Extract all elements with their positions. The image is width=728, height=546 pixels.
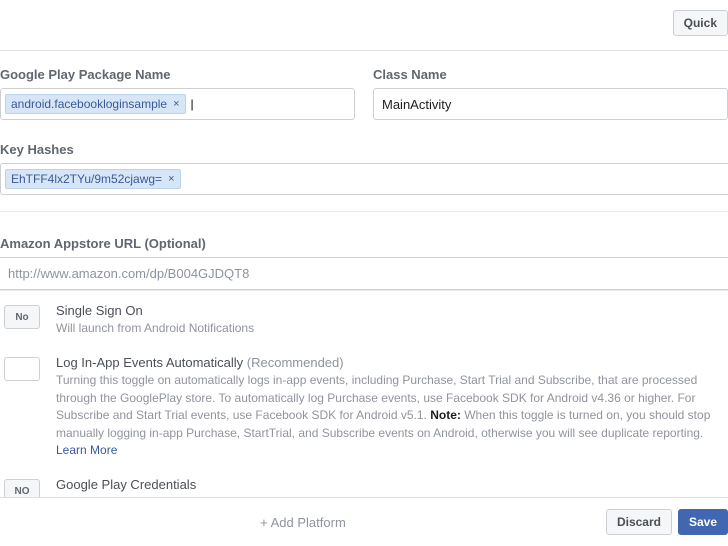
- gplay-credentials-toggle[interactable]: NO: [4, 479, 40, 498]
- class-name-label: Class Name: [373, 51, 728, 88]
- log-events-subtitle: Turning this toggle on automatically log…: [56, 372, 720, 459]
- class-name-input[interactable]: [373, 88, 728, 120]
- package-name-label: Google Play Package Name: [0, 51, 355, 88]
- package-name-token: android.facebookloginsample ×: [5, 94, 186, 114]
- quick-button[interactable]: Quick: [673, 10, 728, 36]
- key-hashes-input[interactable]: EhTFF4lx2TYu/9m52cjawg= ×: [0, 163, 728, 195]
- remove-keyhash-token-icon[interactable]: ×: [168, 174, 174, 185]
- log-events-toggle[interactable]: .: [4, 357, 40, 381]
- discard-button[interactable]: Discard: [606, 509, 672, 535]
- add-platform-button[interactable]: + Add Platform: [0, 515, 606, 530]
- sso-title: Single Sign On: [56, 303, 720, 318]
- key-hashes-text[interactable]: [184, 168, 724, 190]
- key-hashes-label: Key Hashes: [0, 126, 728, 163]
- package-name-text[interactable]: [189, 93, 350, 115]
- sso-toggle[interactable]: No: [4, 305, 40, 329]
- remove-package-token-icon[interactable]: ×: [173, 99, 179, 110]
- amazon-url-label: Amazon Appstore URL (Optional): [0, 220, 728, 257]
- package-name-input[interactable]: android.facebookloginsample ×: [0, 88, 355, 120]
- amazon-url-input[interactable]: [0, 257, 728, 290]
- key-hash-token: EhTFF4lx2TYu/9m52cjawg= ×: [5, 169, 181, 189]
- gplay-title: Google Play Credentials: [56, 477, 720, 492]
- save-button[interactable]: Save: [678, 509, 728, 535]
- sso-subtitle: Will launch from Android Notifications: [56, 320, 720, 337]
- learn-more-link[interactable]: Learn More: [56, 443, 117, 457]
- log-events-title: Log In-App Events Automatically (Recomme…: [56, 355, 720, 370]
